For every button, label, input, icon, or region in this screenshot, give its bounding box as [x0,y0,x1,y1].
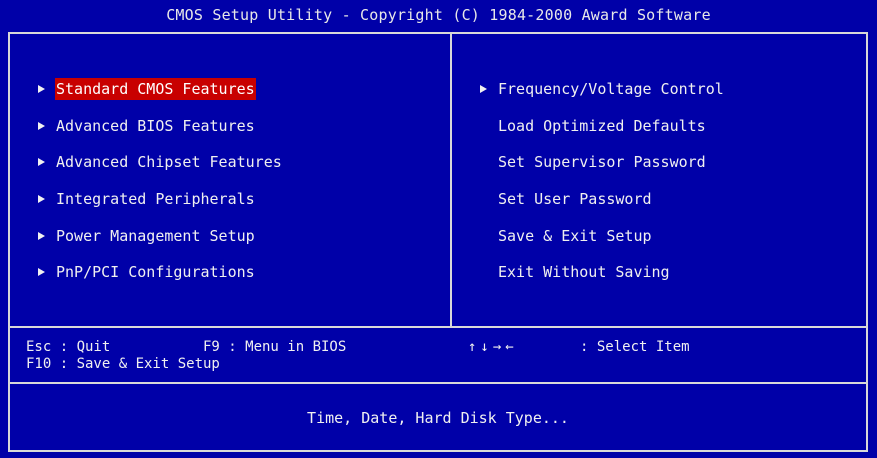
menu-item-load-optimized-defaults[interactable]: Load Optimized Defaults [497,115,707,137]
menu-item-label: Advanced Chipset Features [56,153,282,171]
help-select-item: : Select Item [580,339,690,355]
menu-item-power-management-setup[interactable]: Power Management Setup [38,225,256,247]
menu-item-integrated-peripherals[interactable]: Integrated Peripherals [38,188,256,210]
status-line: Time, Date, Hard Disk Type... [307,409,569,427]
help-f9-menu: F9 : Menu in BIOS [203,339,347,355]
menu-item-save-exit-setup[interactable]: Save & Exit Setup [497,225,653,247]
help-f10-save-exit: F10 : Save & Exit Setup [26,356,220,372]
menu-item-label: Set User Password [498,190,652,208]
menu-item-advanced-bios-features[interactable]: Advanced BIOS Features [38,115,256,137]
menu-item-label: Advanced BIOS Features [56,117,255,135]
submenu-arrow-icon [38,158,45,166]
menu-item-label: Save & Exit Setup [498,227,652,245]
menu-item-standard-cmos-features[interactable]: Standard CMOS Features [38,78,256,100]
menu-item-label: Standard CMOS Features [55,78,256,100]
menu-item-frequency-voltage-control[interactable]: Frequency/Voltage Control [480,78,725,100]
menu-item-label: Load Optimized Defaults [498,117,706,135]
menu-item-label: Frequency/Voltage Control [498,80,724,98]
menu-item-exit-without-saving[interactable]: Exit Without Saving [497,261,671,283]
help-divider [8,326,868,328]
submenu-arrow-icon [480,85,487,93]
submenu-arrow-icon [38,232,45,240]
bios-screen: CMOS Setup Utility - Copyright (C) 1984-… [0,0,877,458]
menu-item-pnp-pci-configurations[interactable]: PnP/PCI Configurations [38,261,256,283]
submenu-arrow-icon [38,85,45,93]
menu-item-label: Set Supervisor Password [498,153,706,171]
help-esc-quit: Esc : Quit [26,339,111,355]
menu-item-label: Exit Without Saving [498,263,670,281]
menu-item-label: PnP/PCI Configurations [56,263,255,281]
column-divider [450,32,452,326]
navigation-arrows-icon: ↑↓→← [468,339,518,355]
menu-item-label: Integrated Peripherals [56,190,255,208]
submenu-arrow-icon [38,122,45,130]
submenu-arrow-icon [38,195,45,203]
menu-item-set-user-password[interactable]: Set User Password [497,188,653,210]
menu-item-set-supervisor-password[interactable]: Set Supervisor Password [497,151,707,173]
menu-item-advanced-chipset-features[interactable]: Advanced Chipset Features [38,151,283,173]
window-title: CMOS Setup Utility - Copyright (C) 1984-… [166,6,711,24]
submenu-arrow-icon [38,268,45,276]
menu-item-label: Power Management Setup [56,227,255,245]
